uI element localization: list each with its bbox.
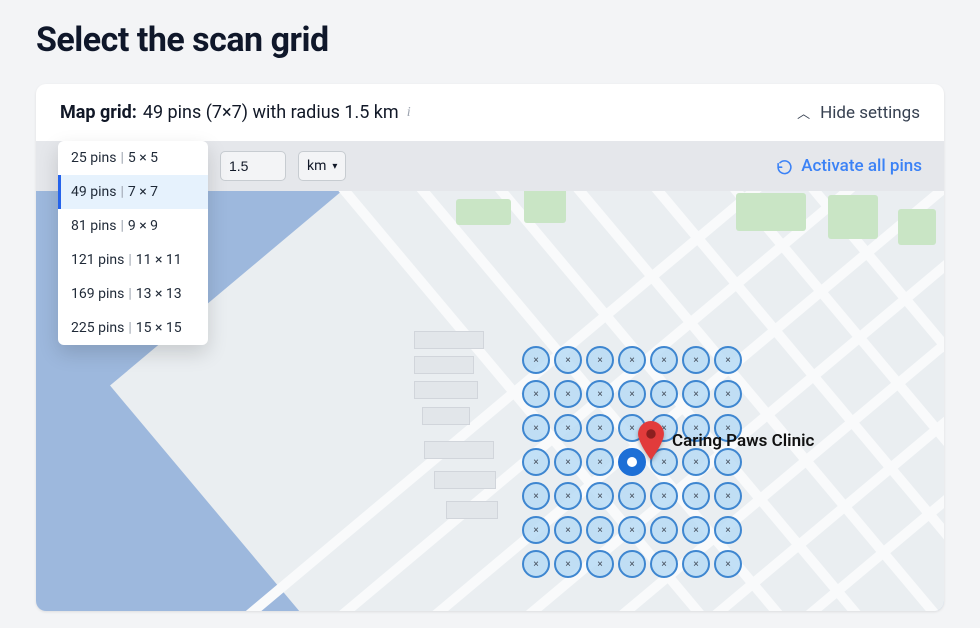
- pin[interactable]: ×: [554, 346, 582, 374]
- pin[interactable]: ×: [586, 516, 614, 544]
- map-pier: [424, 441, 494, 459]
- settings-card: Map grid: 49 pins (7×7) with radius 1.5 …: [36, 84, 944, 611]
- chevron-up-icon: ︿: [797, 103, 810, 122]
- map-pier: [422, 407, 470, 425]
- info-icon[interactable]: i: [405, 105, 413, 121]
- map-park: [524, 191, 566, 223]
- pin[interactable]: ×: [714, 516, 742, 544]
- pin[interactable]: ×: [522, 448, 550, 476]
- pin[interactable]: ×: [586, 346, 614, 374]
- grid-label: Map grid:: [60, 102, 137, 123]
- map-marker[interactable]: Caring Paws Clinic: [636, 421, 814, 461]
- activate-all-pins-button[interactable]: Activate all pins: [776, 156, 922, 176]
- map-pier: [414, 356, 474, 374]
- pin[interactable]: ×: [650, 516, 678, 544]
- grid-option[interactable]: 121 pins|11 × 11: [58, 243, 208, 277]
- pin[interactable]: ×: [618, 482, 646, 510]
- pin[interactable]: ×: [554, 516, 582, 544]
- pin[interactable]: ×: [586, 448, 614, 476]
- pin[interactable]: ×: [586, 550, 614, 578]
- grid-option[interactable]: 49 pins|7 × 7: [58, 175, 208, 209]
- pin[interactable]: ×: [522, 346, 550, 374]
- pin[interactable]: ×: [650, 550, 678, 578]
- pin[interactable]: ×: [618, 346, 646, 374]
- map-pier: [446, 501, 498, 519]
- pin[interactable]: ×: [714, 482, 742, 510]
- pin[interactable]: ×: [714, 346, 742, 374]
- grid-summary-text: 49 pins (7×7) with radius 1.5 km: [143, 102, 399, 123]
- toolbar: km ▾ Activate all pins 25 pins|5 × 549 p…: [36, 141, 944, 191]
- pin[interactable]: ×: [522, 482, 550, 510]
- toggle-settings-label: Hide settings: [820, 103, 920, 123]
- unit-select[interactable]: km ▾: [298, 151, 346, 181]
- pin[interactable]: ×: [522, 380, 550, 408]
- pin[interactable]: ×: [522, 516, 550, 544]
- pin[interactable]: ×: [650, 482, 678, 510]
- radius-input[interactable]: [220, 151, 286, 181]
- pin[interactable]: ×: [714, 380, 742, 408]
- map-park: [736, 193, 806, 231]
- pin[interactable]: ×: [618, 550, 646, 578]
- pin[interactable]: ×: [554, 482, 582, 510]
- pin[interactable]: ×: [554, 380, 582, 408]
- pin[interactable]: ×: [682, 380, 710, 408]
- pin[interactable]: ×: [714, 550, 742, 578]
- map-park: [456, 199, 511, 225]
- grid-summary: Map grid: 49 pins (7×7) with radius 1.5 …: [60, 102, 413, 123]
- pin-icon: [636, 421, 666, 461]
- page-title: Select the scan grid: [36, 20, 944, 60]
- grid-option[interactable]: 25 pins|5 × 5: [58, 141, 208, 175]
- pin[interactable]: ×: [554, 550, 582, 578]
- map-park: [828, 195, 878, 239]
- pin[interactable]: ×: [682, 550, 710, 578]
- pin[interactable]: ×: [618, 380, 646, 408]
- pin[interactable]: ×: [650, 346, 678, 374]
- pin[interactable]: ×: [618, 516, 646, 544]
- pin[interactable]: ×: [554, 448, 582, 476]
- marker-label: Caring Paws Clinic: [672, 431, 814, 451]
- pin[interactable]: ×: [586, 414, 614, 442]
- pin[interactable]: ×: [650, 380, 678, 408]
- grid-option[interactable]: 169 pins|13 × 13: [58, 277, 208, 311]
- pin[interactable]: ×: [522, 550, 550, 578]
- grid-option[interactable]: 81 pins|9 × 9: [58, 209, 208, 243]
- pin[interactable]: ×: [586, 482, 614, 510]
- undo-icon: [776, 158, 793, 175]
- map-pier: [414, 381, 478, 399]
- pin[interactable]: ×: [682, 482, 710, 510]
- pin[interactable]: ×: [586, 380, 614, 408]
- chevron-down-icon: ▾: [332, 161, 337, 172]
- pin[interactable]: ×: [522, 414, 550, 442]
- pin[interactable]: ×: [682, 516, 710, 544]
- toggle-settings-button[interactable]: ︿ Hide settings: [797, 103, 920, 123]
- pins-grid: ××××××××××××××××××××××××××××××××××××××××…: [522, 346, 746, 584]
- grid-size-dropdown: 25 pins|5 × 549 pins|7 × 781 pins|9 × 91…: [58, 141, 208, 345]
- unit-select-value: km: [307, 158, 326, 174]
- map-park: [898, 209, 936, 245]
- map-pier: [414, 331, 484, 349]
- map-pier: [434, 471, 496, 489]
- activate-all-label: Activate all pins: [801, 156, 922, 176]
- grid-option[interactable]: 225 pins|15 × 15: [58, 311, 208, 345]
- pin[interactable]: ×: [682, 346, 710, 374]
- pin[interactable]: ×: [554, 414, 582, 442]
